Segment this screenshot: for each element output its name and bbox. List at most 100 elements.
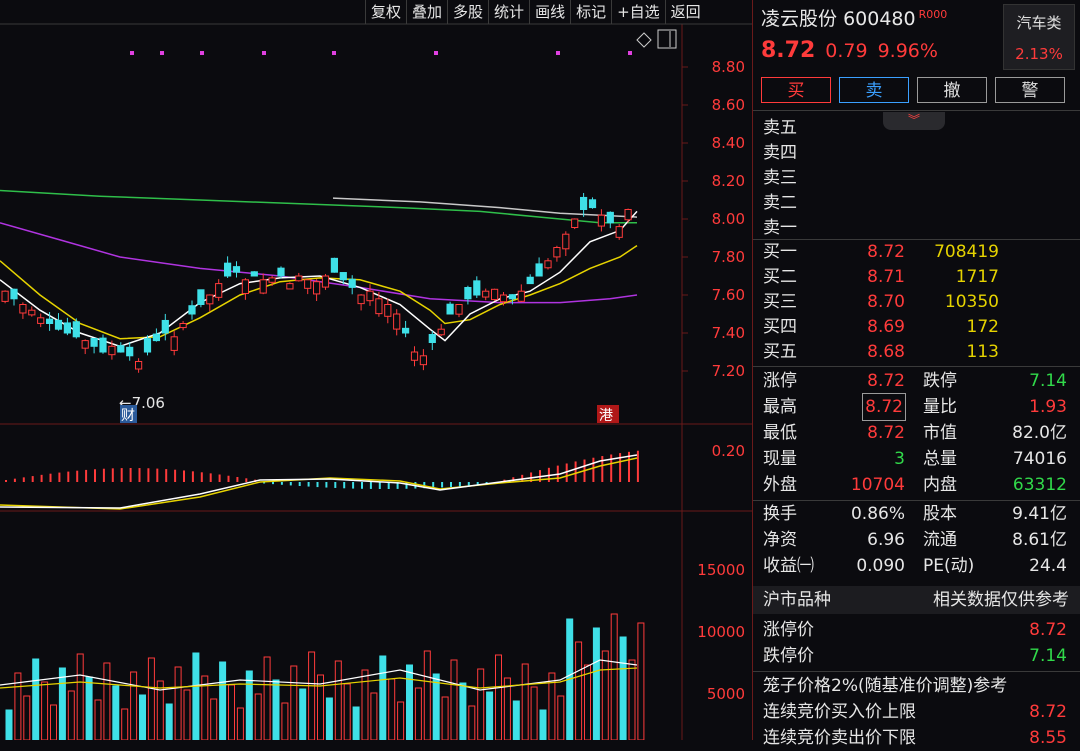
candle-body [597, 214, 605, 227]
volume-bar [308, 651, 316, 741]
alert-button[interactable]: 警 [995, 77, 1065, 103]
candle-body [46, 318, 54, 325]
volume-bar [299, 688, 307, 741]
cancel-order-button[interactable]: 撤 [917, 77, 987, 103]
volume-bar [23, 695, 31, 741]
toolbar-restore-rights-button[interactable]: 复权 [365, 0, 406, 24]
candle-body [241, 279, 250, 295]
volume-bar [147, 657, 155, 741]
candle-body [135, 361, 143, 370]
candle-body [526, 276, 534, 285]
volume-bar [165, 703, 173, 741]
toolbar-draw-line-button[interactable]: 画线 [529, 0, 570, 24]
candle-body [455, 304, 463, 315]
candle-body [81, 340, 89, 349]
stat-row: 现量 3 总量 74016 [763, 449, 1067, 469]
candle-body [366, 290, 374, 302]
candle-body [161, 319, 169, 334]
toolbar-stats-button[interactable]: 统计 [488, 0, 529, 24]
toolbar-overlay-button[interactable]: 叠加 [406, 0, 447, 24]
candle-body [90, 338, 98, 347]
kline-chart-canvas[interactable]: 8.80 8.60 8.40 8.20 8.00 7.80 7.60 7.40 7.20 0.20… [0, 0, 752, 741]
volume-bar [370, 692, 378, 741]
event-dot [160, 51, 164, 55]
candle-body [393, 313, 401, 330]
candle-body [99, 337, 107, 353]
limit-row: 跌停价 7.14 [763, 646, 1067, 666]
candle-body [464, 287, 472, 300]
candle-body [143, 338, 152, 353]
divider [753, 110, 1080, 111]
volume-bar [388, 678, 396, 741]
volume-bar [281, 702, 289, 741]
stat-row: 换手 0.86% 股本 9.41亿 [763, 504, 1067, 524]
stock-name: 凌云股份 [761, 8, 838, 30]
price-axis-label: 8.40 [712, 134, 745, 152]
volume-bar [245, 670, 253, 741]
event-dot [262, 51, 266, 55]
price-axis-label: 8.00 [712, 210, 745, 228]
volume-bar [379, 655, 387, 741]
cage-prices: 笼子价格2%(随基准价调整)参考 连续竞价买入价上限 8.72 连续竞价卖出价下限… [753, 673, 1080, 751]
bid-row: 买五 8.68 113 [763, 342, 999, 362]
volume-bar [272, 679, 280, 741]
volume-bar [85, 676, 93, 741]
volume-bar [628, 659, 636, 741]
cage-row: 连续竞价买入价上限 8.72 [763, 702, 1067, 722]
volume-bar [263, 656, 271, 741]
volume-bar [637, 622, 645, 741]
candle-body [179, 323, 187, 329]
trade-buttons: 买 卖 撤 警 [761, 77, 1065, 103]
cage-title: 笼子价格2%(随基准价调整)参考 [763, 676, 1008, 696]
candle-body [54, 319, 63, 330]
volume-axis-label: 15000 [697, 561, 745, 579]
stat-row: 净资 6.96 流通 8.61亿 [763, 530, 1067, 550]
candle-body [571, 218, 579, 228]
toolbar-multi-stock-button[interactable]: 多股 [447, 0, 488, 24]
event-dot [332, 51, 336, 55]
stat-row: 涨停 8.72 跌停 7.14 [763, 371, 1067, 391]
candle-body [215, 283, 223, 298]
volume-bar [228, 684, 235, 741]
volume-bar [352, 706, 360, 741]
candle-body [437, 328, 445, 336]
toolbar-mark-button[interactable]: 标记 [570, 0, 611, 24]
volume-bar [67, 690, 75, 741]
candle-body [304, 279, 312, 289]
volume-bar [32, 658, 40, 741]
finance-badge: 财 [121, 408, 135, 424]
volume-bar [530, 686, 538, 741]
volume-bar [121, 708, 129, 741]
price-axis-label: 8.20 [712, 172, 745, 190]
ask-row: 卖二 [763, 193, 797, 213]
toolbar-add-watchlist-button[interactable]: +自选 [611, 0, 665, 24]
margin-badge: R000 [918, 7, 948, 21]
candle-body [224, 262, 232, 277]
candle-body [535, 263, 543, 277]
candle-body [482, 290, 490, 298]
kline-chart[interactable]: 8.80 8.60 8.40 8.20 8.00 7.80 7.60 7.40 7.20 0.20… [0, 0, 752, 741]
volume-bar [290, 665, 298, 741]
volume-bar [423, 650, 431, 741]
volume-bar [183, 689, 191, 741]
buy-button[interactable]: 买 [761, 77, 831, 103]
volume-bar [601, 650, 609, 741]
volume-bar [103, 662, 111, 741]
limit-prices: 涨停价 8.72 跌停价 7.14 [753, 617, 1080, 669]
sell-button[interactable]: 卖 [839, 77, 909, 103]
volume-bar [254, 693, 262, 741]
price-axis-label: 7.20 [712, 362, 745, 380]
volume-bar [477, 668, 485, 741]
toolbar-back-button[interactable]: 返回 [664, 0, 706, 24]
bid-row: 买二 8.71 1717 [763, 267, 999, 287]
volume-bar [112, 685, 120, 741]
volume-bar [486, 691, 494, 741]
cage-row: 连续竞价卖出价下限 8.55 [763, 728, 1067, 748]
fundamental-stats: 换手 0.86% 股本 9.41亿 净资 6.96 流通 8.61亿 收益㈠ 0.090 PE(… [753, 501, 1080, 579]
volume-bar [317, 674, 324, 741]
volume-bar [236, 707, 244, 741]
stat-row: 最高 8.72 量比 1.93 [753, 393, 1080, 421]
sector-box[interactable]: 汽车类 2.13% [1003, 4, 1075, 70]
volume-bar [130, 671, 138, 741]
volume-bar [406, 664, 413, 741]
